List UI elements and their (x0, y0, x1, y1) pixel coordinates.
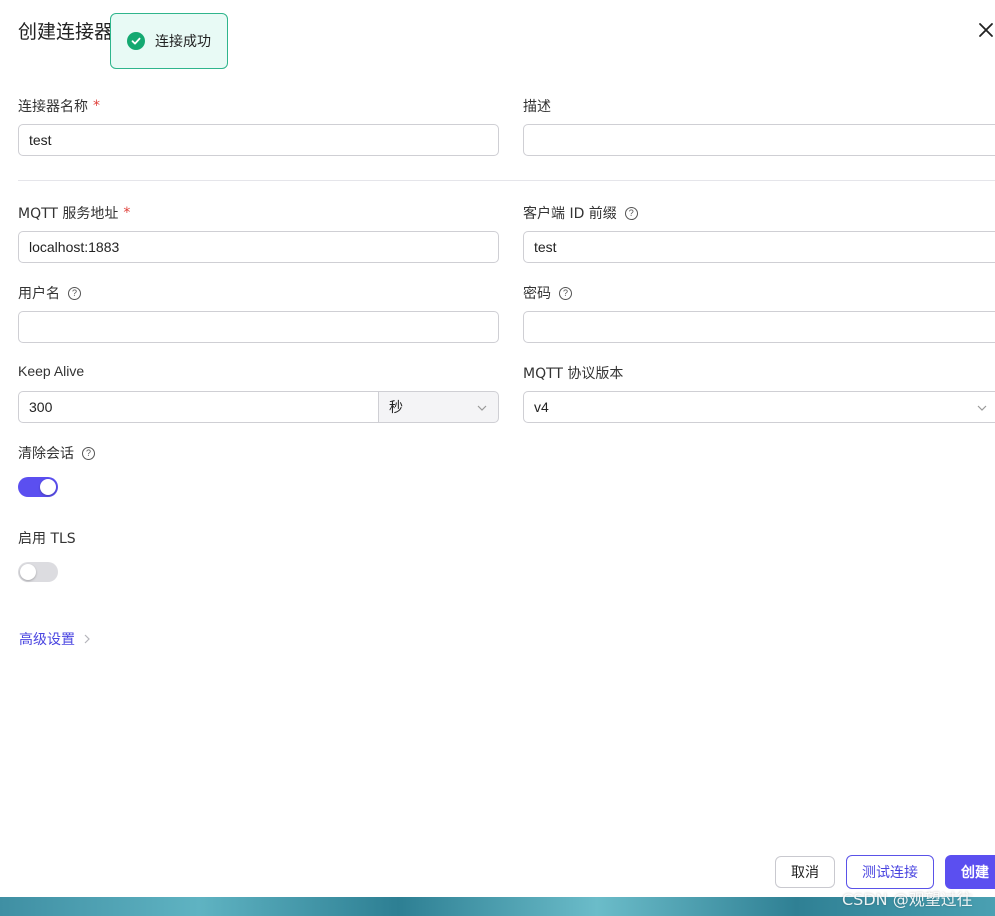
chevron-down-icon (977, 405, 987, 411)
clean-session-label: 清除会话? (18, 443, 95, 463)
keepalive-input[interactable]: 300 (18, 391, 379, 423)
name-label-text: 连接器名称 (18, 99, 88, 115)
advanced-settings-link[interactable]: 高级设置 (19, 629, 93, 649)
check-circle-icon (127, 32, 145, 50)
toast-message: 连接成功 (155, 34, 211, 50)
watermark-text: CSDN @观望过往 (842, 890, 973, 909)
tls-toggle[interactable] (18, 562, 58, 582)
advanced-settings-label: 高级设置 (19, 632, 75, 648)
client-id-label-text: 客户端 ID 前缀 (523, 206, 617, 222)
required-marker: * (123, 205, 131, 221)
protocol-version-select[interactable]: v4 (523, 391, 995, 423)
protocol-label-text: MQTT 协议版本 (523, 366, 624, 382)
protocol-label: MQTT 协议版本 (523, 363, 623, 383)
dialog-title: 创建连接器 (18, 21, 114, 43)
name-input[interactable]: test (18, 124, 499, 156)
description-input[interactable] (523, 124, 995, 156)
toggle-knob (40, 479, 56, 495)
client-id-prefix-input[interactable]: test (523, 231, 995, 263)
create-connector-dialog: 创建连接器 连接成功 连接器名称 * test 描述 MQTT 服务地址 * loc… (0, 0, 995, 897)
question-circle-icon[interactable]: ? (624, 206, 638, 220)
toggle-knob (20, 564, 36, 580)
protocol-version-value: v4 (534, 399, 549, 415)
description-label-text: 描述 (523, 99, 551, 115)
clean-session-toggle[interactable] (18, 477, 58, 497)
keepalive-label-text: Keep Alive (18, 363, 85, 379)
keepalive-unit-select[interactable]: 秒 (378, 391, 499, 423)
clean-session-label-text: 清除会话 (18, 446, 74, 462)
username-label: 用户名? (18, 283, 81, 303)
create-button[interactable]: 创建 (945, 855, 995, 889)
tls-label-text: 启用 TLS (18, 531, 76, 547)
test-connection-button[interactable]: 测试连接 (846, 855, 934, 889)
cancel-button[interactable]: 取消 (775, 856, 835, 888)
success-toast: 连接成功 (110, 13, 228, 69)
server-label-text: MQTT 服务地址 (18, 206, 119, 222)
section-divider (18, 180, 995, 181)
password-label: 密码? (523, 283, 572, 303)
close-button[interactable] (974, 18, 995, 42)
close-icon (979, 23, 993, 37)
chevron-down-icon (477, 405, 487, 411)
chevron-right-icon (84, 634, 90, 644)
password-input[interactable] (523, 311, 995, 343)
username-input[interactable] (18, 311, 499, 343)
required-marker: * (93, 98, 100, 114)
server-address-input[interactable]: localhost:1883 (18, 231, 499, 263)
question-circle-icon[interactable]: ? (68, 286, 81, 300)
name-label: 连接器名称 * (18, 96, 100, 116)
keepalive-label: Keep Alive (18, 363, 84, 379)
password-label-text: 密码 (523, 286, 551, 302)
question-circle-icon[interactable]: ? (559, 286, 572, 300)
username-label-text: 用户名 (18, 286, 60, 302)
description-label: 描述 (523, 96, 551, 116)
client-id-label: 客户端 ID 前缀? (523, 203, 638, 223)
question-circle-icon[interactable]: ? (82, 446, 95, 460)
keepalive-unit-value: 秒 (389, 399, 403, 415)
tls-label: 启用 TLS (18, 528, 76, 548)
server-label: MQTT 服务地址 * (18, 203, 130, 223)
